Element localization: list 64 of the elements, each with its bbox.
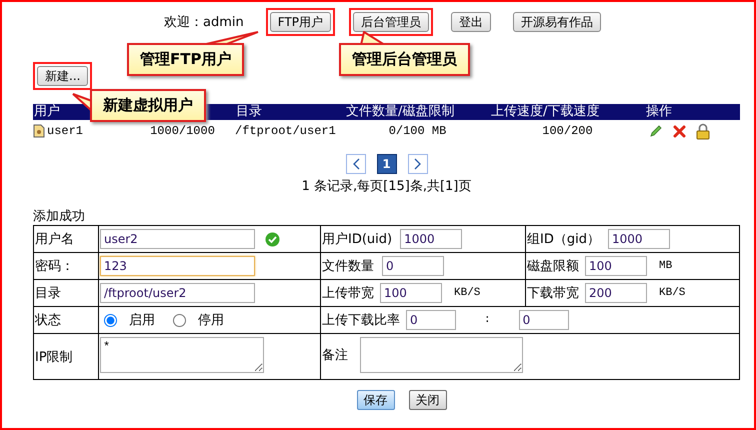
field-label: IP限制 [35,350,73,364]
previous-page-button[interactable] [346,154,366,174]
ratio-separator: : [484,314,491,326]
input-field[interactable]: 0 [406,310,456,330]
nav-button[interactable]: 登出 [451,12,491,32]
page-button[interactable]: 1 [376,154,396,174]
field-label: 文件数量 [322,258,374,275]
field-label: 上传带宽 [322,285,374,302]
new-button[interactable]: 新建... [37,66,88,86]
next-page-button[interactable] [408,154,428,174]
field-label: 备注 [322,346,348,364]
field-label: 用户名 [35,232,74,247]
pagination-summary: 1 条记录,每页[15]条,共[1]页 [300,178,472,195]
unit-label: MB [659,260,672,272]
column-header: 文件数量/磁盘限制 [345,104,490,120]
field-label: 用户ID(uid) [322,231,392,248]
table-cell: 100/200 [542,124,593,138]
chevron-left-icon [352,158,360,170]
input-field[interactable]: 100 [380,283,442,303]
radio-button[interactable] [104,314,117,326]
column-header: 操作 [645,104,740,120]
column-header: 目录 [235,104,345,120]
field-label: 下载带宽 [527,285,579,302]
nav-button[interactable]: 开源易有作品 [513,12,601,32]
input-field[interactable]: 100 [585,256,647,276]
input-field[interactable]: user2 [100,229,255,249]
input-field[interactable]: /ftproot/user2 [100,283,255,303]
annotation-callout: 新建虚拟用户 [90,89,206,122]
delete-icon[interactable] [673,124,686,138]
input-field[interactable]: 123 [100,256,255,276]
table-cell: 0/100 MB [388,124,446,138]
annotation-callout: 管理后台管理员 [339,43,470,76]
radio-label: 启用 [129,312,155,329]
radio-button[interactable] [173,314,186,326]
table-cell: user1 [47,124,84,138]
input-field[interactable]: 0 [518,310,569,330]
field-label: 目录 [35,286,61,301]
field-label: 密码： [35,259,74,274]
welcome-text: 欢迎：admin [164,14,244,31]
nav-button[interactable]: FTP用户 [270,12,331,32]
annotation-callout: 管理FTP用户 [127,43,244,76]
field-label: 上传下载比率 [322,312,400,329]
form-button[interactable]: 关闭 [408,390,446,410]
field-label: 状态 [35,313,61,328]
user-file-icon [33,124,45,138]
unit-label: KB/S [659,287,686,299]
status-message: 添加成功 [33,209,86,225]
lock-icon[interactable] [696,122,710,140]
input-field[interactable]: 0 [382,256,444,276]
form-button[interactable]: 保存 [356,390,394,410]
column-header: 上传速度/下载速度 [490,104,645,120]
radio-label: 停用 [198,312,224,329]
field-label: 组ID（gid） [527,231,600,248]
input-field[interactable]: 1000 [400,229,462,249]
table-cell: /ftproot/user1 [235,124,336,138]
input-field[interactable]: 200 [585,283,647,303]
text-area[interactable]: * [100,337,264,373]
nav-button[interactable]: 后台管理员 [353,12,429,32]
field-label: 磁盘限额 [527,258,579,275]
table-cell: 1000/1000 [150,124,215,138]
chevron-right-icon [414,158,422,170]
pencil-icon[interactable] [649,124,663,138]
input-field[interactable]: 1000 [608,229,670,249]
unit-label: KB/S [454,287,480,299]
